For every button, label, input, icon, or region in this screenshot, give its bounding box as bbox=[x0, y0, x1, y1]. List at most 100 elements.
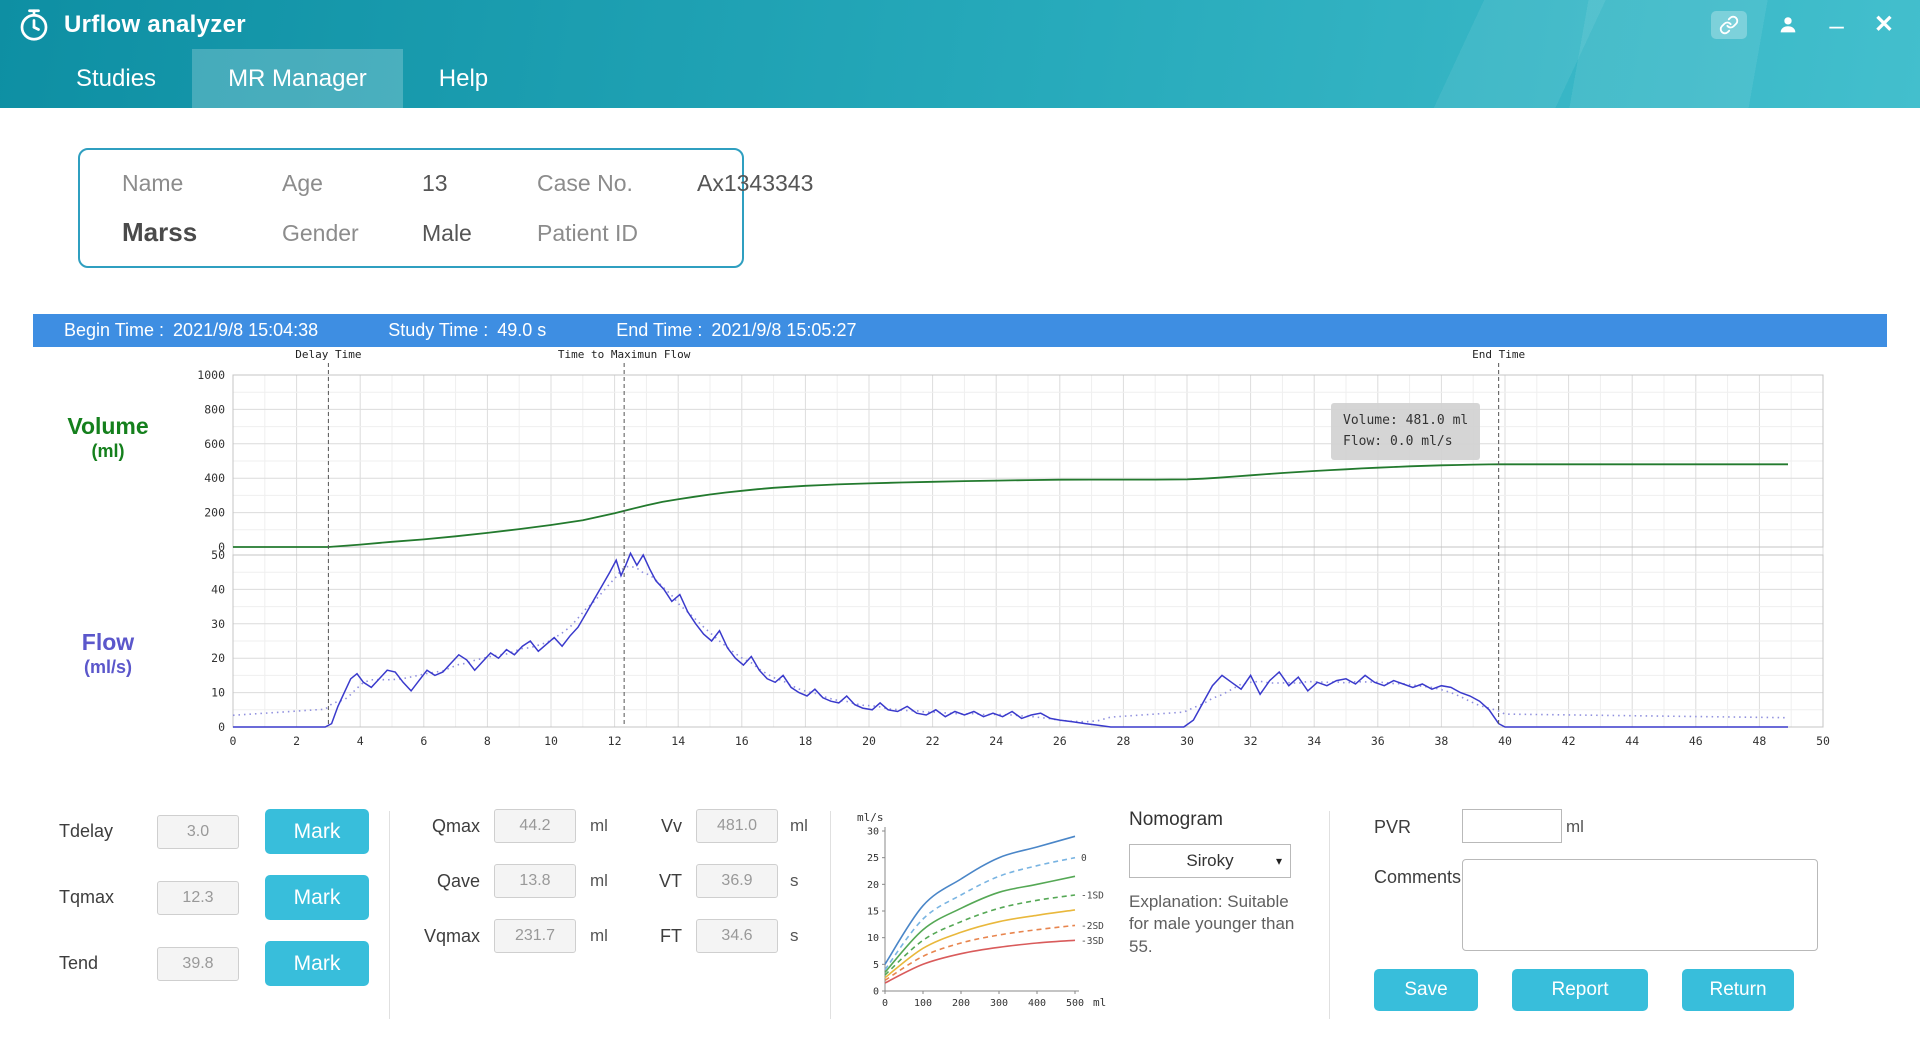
tooltip-flow: Flow: 0.0 ml/s bbox=[1343, 431, 1468, 452]
svg-text:18: 18 bbox=[798, 734, 812, 748]
svg-text:50: 50 bbox=[1816, 734, 1830, 748]
qmax-unit: ml bbox=[590, 816, 616, 836]
svg-text:500: 500 bbox=[1066, 998, 1084, 1009]
patient-id-label: Patient ID bbox=[537, 220, 697, 247]
study-time-bar: Begin Time : 2021/9/8 15:04:38 Study Tim… bbox=[33, 314, 1887, 347]
tooltip-volume: Volume: 481.0 ml bbox=[1343, 410, 1468, 431]
menu-item-studies[interactable]: Studies bbox=[40, 49, 192, 108]
patient-age-label: Age bbox=[282, 170, 422, 197]
minimize-button[interactable]: – bbox=[1829, 15, 1843, 35]
tdelay-label: Tdelay bbox=[59, 821, 131, 842]
svg-text:200: 200 bbox=[952, 998, 970, 1009]
svg-text:400: 400 bbox=[1028, 998, 1046, 1009]
pvr-input[interactable] bbox=[1462, 809, 1562, 843]
svg-text:4: 4 bbox=[357, 734, 364, 748]
svg-text:600: 600 bbox=[204, 437, 225, 451]
qave-unit: ml bbox=[590, 871, 616, 891]
nomogram-select-value: Siroky bbox=[1186, 851, 1233, 871]
menu-item-help[interactable]: Help bbox=[403, 49, 524, 108]
tqmax-label: Tqmax bbox=[59, 887, 131, 908]
report-button[interactable]: Report bbox=[1512, 969, 1648, 1011]
vv-label: Vv bbox=[646, 816, 682, 837]
patient-gender-label: Gender bbox=[282, 220, 422, 247]
svg-text:12: 12 bbox=[608, 734, 622, 748]
vt-label: VT bbox=[646, 871, 682, 892]
svg-text:0: 0 bbox=[230, 734, 237, 748]
svg-text:24: 24 bbox=[989, 734, 1003, 748]
svg-text:14: 14 bbox=[671, 734, 685, 748]
svg-text:46: 46 bbox=[1689, 734, 1703, 748]
svg-text:42: 42 bbox=[1562, 734, 1576, 748]
svg-text:30: 30 bbox=[1180, 734, 1194, 748]
return-button[interactable]: Return bbox=[1682, 969, 1794, 1011]
user-icon[interactable] bbox=[1777, 14, 1799, 36]
svg-text:48: 48 bbox=[1752, 734, 1766, 748]
patient-name-label: Name bbox=[122, 170, 282, 197]
save-button[interactable]: Save bbox=[1374, 969, 1478, 1011]
svg-text:0: 0 bbox=[218, 720, 225, 734]
patient-name-value: Marss bbox=[122, 217, 282, 248]
uroflow-chart[interactable]: 0200400600800100001020304050024681012141… bbox=[183, 347, 1843, 759]
patient-case-value: Ax1343343 bbox=[697, 170, 813, 197]
qmax-input[interactable] bbox=[494, 809, 576, 843]
tend-input[interactable] bbox=[157, 947, 239, 981]
svg-text:25: 25 bbox=[867, 853, 879, 864]
svg-text:15: 15 bbox=[867, 907, 879, 918]
tqmax-mark-button[interactable]: Mark bbox=[265, 875, 369, 920]
qave-input[interactable] bbox=[494, 864, 576, 898]
pvr-label: PVR bbox=[1374, 809, 1462, 838]
titlebar: Urflow analyzer – ✕ bbox=[0, 0, 1920, 49]
svg-text:2: 2 bbox=[293, 734, 300, 748]
vqmax-label: Vqmax bbox=[410, 926, 480, 947]
svg-text:-1SD: -1SD bbox=[1081, 891, 1104, 902]
svg-text:0: 0 bbox=[882, 998, 888, 1009]
app-title: Urflow analyzer bbox=[64, 11, 246, 39]
svg-text:0: 0 bbox=[1081, 853, 1087, 864]
svg-text:28: 28 bbox=[1116, 734, 1130, 748]
svg-text:16: 16 bbox=[735, 734, 749, 748]
menu-item-mr-manager[interactable]: MR Manager bbox=[192, 49, 403, 108]
vv-input[interactable] bbox=[696, 809, 778, 843]
app-header: Urflow analyzer – ✕ St bbox=[0, 0, 1920, 108]
tdelay-input[interactable] bbox=[157, 815, 239, 849]
results-panel: Tdelay Mark Tqmax Mark Tend Mark Qmax ml… bbox=[0, 797, 1920, 1021]
ft-input[interactable] bbox=[696, 919, 778, 953]
comments-textarea[interactable] bbox=[1462, 859, 1818, 951]
begin-time-value: 2021/9/8 15:04:38 bbox=[173, 320, 318, 341]
tdelay-mark-button[interactable]: Mark bbox=[265, 809, 369, 854]
close-button[interactable]: ✕ bbox=[1874, 10, 1894, 39]
svg-text:40: 40 bbox=[1498, 734, 1512, 748]
volume-axis-label: Volume (ml) bbox=[33, 413, 183, 462]
svg-text:10: 10 bbox=[211, 686, 225, 700]
patient-card: Name Age 13 Case No. Ax1343343 Marss Gen… bbox=[78, 148, 744, 268]
vqmax-input[interactable] bbox=[494, 919, 576, 953]
pvr-unit: ml bbox=[1566, 809, 1584, 837]
ft-unit: s bbox=[790, 926, 810, 946]
link-icon[interactable] bbox=[1711, 11, 1747, 39]
nomogram-section: Nomogram Siroky ▾ Explanation: Suitable … bbox=[1129, 809, 1309, 958]
qave-label: Qave bbox=[410, 871, 480, 892]
svg-text:10: 10 bbox=[867, 933, 879, 944]
chart-tooltip: Volume: 481.0 ml Flow: 0.0 ml/s bbox=[1331, 403, 1480, 460]
svg-text:20: 20 bbox=[867, 880, 879, 891]
svg-text:400: 400 bbox=[204, 471, 225, 485]
flow-axis-label: Flow (ml/s) bbox=[33, 629, 183, 678]
tqmax-input[interactable] bbox=[157, 881, 239, 915]
svg-text:40: 40 bbox=[211, 582, 225, 596]
vt-input[interactable] bbox=[696, 864, 778, 898]
end-time-value: 2021/9/8 15:05:27 bbox=[711, 320, 856, 341]
marks-section: Tdelay Mark Tqmax Mark Tend Mark bbox=[59, 809, 369, 986]
svg-text:8: 8 bbox=[484, 734, 491, 748]
svg-text:36: 36 bbox=[1371, 734, 1385, 748]
svg-text:38: 38 bbox=[1434, 734, 1448, 748]
ft-label: FT bbox=[646, 926, 682, 947]
divider bbox=[389, 811, 390, 1019]
divider bbox=[1329, 811, 1330, 1019]
tend-mark-button[interactable]: Mark bbox=[265, 941, 369, 986]
svg-text:30: 30 bbox=[211, 617, 225, 631]
svg-text:0: 0 bbox=[873, 987, 879, 998]
patient-age-value: 13 bbox=[422, 170, 537, 197]
svg-text:50: 50 bbox=[211, 548, 225, 562]
svg-text:6: 6 bbox=[420, 734, 427, 748]
nomogram-select[interactable]: Siroky ▾ bbox=[1129, 844, 1291, 878]
